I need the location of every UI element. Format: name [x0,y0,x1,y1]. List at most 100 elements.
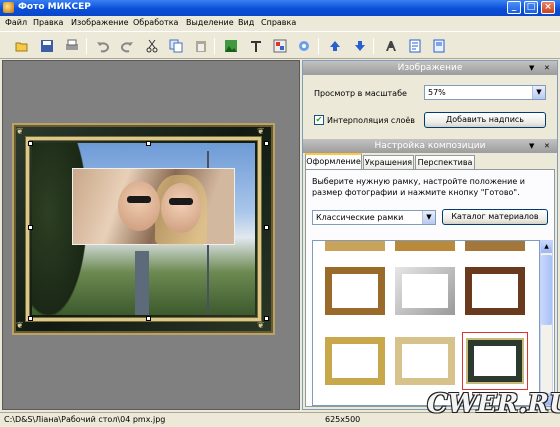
zoom-select[interactable]: 57% ▼ [424,85,546,100]
zoom-value: 57% [428,88,446,97]
resize-handle[interactable] [28,316,33,321]
composition-panel-title: Настройка композиции [374,141,486,151]
frame-thumbnail[interactable] [465,267,525,315]
toolbar-separator [318,38,319,54]
sunglasses [127,196,151,203]
window-title: Фото МИКСЕР [18,2,91,12]
frame-category-select[interactable]: Классические рамки ▼ [312,210,436,225]
billboard-photo[interactable] [72,168,235,245]
print-icon[interactable] [65,39,79,53]
document-icon[interactable] [408,39,422,53]
file-path: C:\D&S\Лiана\Рабочий стол\04 pmx.jpg [4,415,166,424]
zoom-label: Просмотр в масштабе [314,89,407,98]
composition-panel-header: Настройка композиции ▼ ✕ [303,139,557,153]
toolbar-separator [86,38,87,54]
move-down-icon[interactable] [353,39,367,53]
toolbar-separator [373,38,374,54]
collapse-icon[interactable]: ▼ [529,139,534,153]
frame-thumbnail[interactable] [325,337,385,385]
frame-ornament-icon: ❦ [257,321,265,331]
save-icon[interactable] [40,39,54,53]
resize-handle[interactable] [146,141,151,146]
menu-processing[interactable]: Обработка [133,18,178,27]
sunglasses [169,198,193,205]
frame-thumbnail[interactable] [465,241,525,251]
composition-panel-body: Оформление Украшения Перспектива Выберит… [303,153,557,409]
frame-ornament-icon: ❦ [16,321,24,331]
frame-ornament-icon: ❦ [257,127,265,137]
text-icon[interactable] [249,39,263,53]
close-icon[interactable]: ✕ [544,139,550,153]
cut-icon[interactable] [145,39,159,53]
watermark: CWER.RU [427,389,560,419]
resize-handle[interactable] [264,316,269,321]
frame-thumbnail[interactable] [395,337,455,385]
scrollbar-thumb[interactable] [541,255,552,325]
layers-icon[interactable] [273,39,287,53]
image-panel-title: Изображение [397,63,463,73]
photo-border [26,137,261,321]
properties-panel: Изображение ▼ ✕ Просмотр в масштабе 57% … [302,60,558,410]
app-icon [3,2,14,13]
billboard-post [135,251,149,315]
interpolation-label: Интерполяция слоёв [327,116,415,125]
resize-handle[interactable] [146,316,151,321]
frame-thumbnail[interactable] [395,267,455,315]
tab-perspective[interactable]: Перспектива [415,155,475,169]
interpolation-checkbox[interactable]: ✔ [314,115,324,125]
tab-decorations[interactable]: Украшения [363,155,414,169]
menu-help[interactable]: Справка [261,18,296,27]
minimize-button[interactable]: _ [507,1,521,14]
resize-handle[interactable] [28,141,33,146]
image-panel-body: Просмотр в масштабе 57% ▼ ✔ Интерполяция… [303,75,557,139]
resize-handle[interactable] [264,141,269,146]
menu-file[interactable]: Файл [5,18,27,27]
undo-icon[interactable] [96,39,110,53]
resize-handle[interactable] [264,225,269,230]
menu-selection[interactable]: Выделение [186,18,234,27]
menu-edit[interactable]: Правка [33,18,63,27]
close-icon[interactable]: ✕ [544,61,550,75]
toolbar-separator [214,38,215,54]
open-icon[interactable] [15,39,29,53]
portrait-face [161,183,201,233]
title-bar: Фото МИКСЕР _ □ × [0,0,560,16]
move-up-icon[interactable] [328,39,342,53]
close-button[interactable]: × [541,1,555,14]
frame-thumbnail[interactable] [395,241,455,251]
chevron-down-icon[interactable]: ▼ [532,86,545,99]
catalog-button[interactable]: Каталог материалов [442,209,548,225]
instruction-text: Выберите нужную рамку, настройте положен… [312,177,525,197]
copy-icon[interactable] [169,39,183,53]
resize-handle[interactable] [28,225,33,230]
frame-thumbnail[interactable] [325,241,385,251]
toolbar [0,31,560,59]
image-canvas[interactable]: ❦ ❦ ❦ ❦ [2,60,300,410]
frame-thumbnail[interactable] [325,267,385,315]
effects-icon[interactable] [297,39,311,53]
menu-bar: Файл Правка Изображение Обработка Выделе… [0,16,560,31]
font-icon[interactable] [384,39,398,53]
redo-icon[interactable] [120,39,134,53]
scroll-up-icon[interactable]: ▲ [541,241,552,253]
composite-photo[interactable] [32,143,255,315]
image-panel-header: Изображение ▼ ✕ [303,61,557,75]
frame-category-value: Классические рамки [316,213,404,222]
menu-view[interactable]: Вид [238,18,254,27]
portrait-face [118,181,160,231]
collapse-icon[interactable]: ▼ [529,61,534,75]
photo-frame: ❦ ❦ ❦ ❦ [12,123,275,335]
design-tab-content: Выберите нужную рамку, настройте положен… [305,169,555,407]
image-icon[interactable] [224,39,238,53]
add-caption-button[interactable]: Добавить надпись [424,112,546,128]
image-dimensions: 625x500 [325,415,361,424]
page-icon[interactable] [432,39,446,53]
frame-ornament-icon: ❦ [16,127,24,137]
menu-image[interactable]: Изображение [71,18,129,27]
tab-design[interactable]: Оформление [305,153,362,169]
frame-preview [466,338,524,384]
frame-preview-inner [474,346,516,376]
chevron-down-icon[interactable]: ▼ [422,211,435,224]
maximize-button[interactable]: □ [524,1,538,14]
paste-icon[interactable] [194,39,208,53]
